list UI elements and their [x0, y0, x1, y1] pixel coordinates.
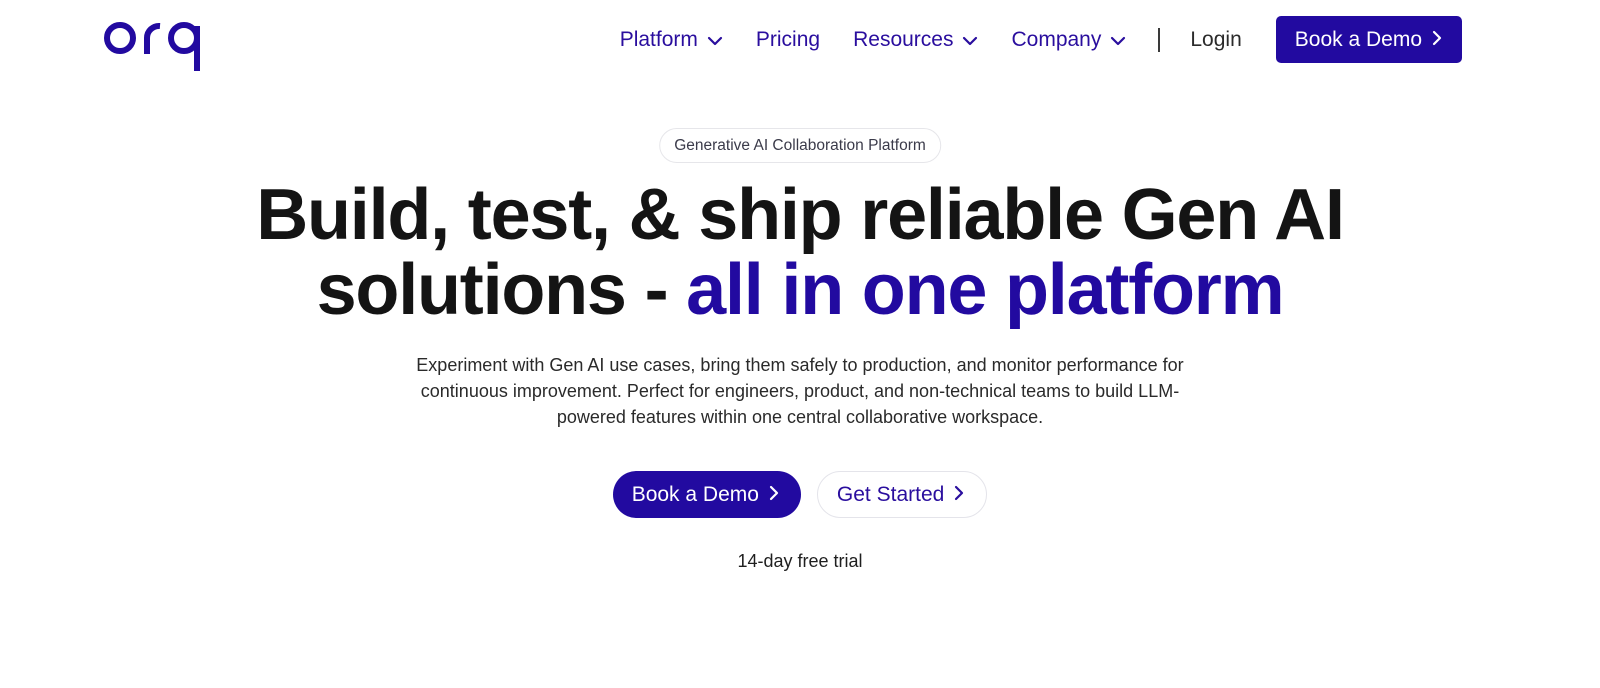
- subtext-line-3: powered features within one central coll…: [556, 407, 1044, 427]
- headline-line-2-prefix: solutions -: [316, 250, 687, 330]
- orq-logo[interactable]: [104, 18, 208, 74]
- main-nav: Platform Pricing Resources Company Login…: [620, 16, 1462, 63]
- headline-line-1: Build, test, & ship reliable Gen AI: [256, 175, 1345, 255]
- book-demo-button[interactable]: Book a Demo: [612, 471, 801, 518]
- nav-item-company[interactable]: Company: [1011, 28, 1126, 52]
- get-started-button[interactable]: Get Started: [816, 471, 988, 518]
- subtext-line-2: continuous improvement. Perfect for engi…: [420, 381, 1180, 401]
- nav-divider: [1158, 27, 1161, 52]
- button-label: Book a Demo: [631, 482, 759, 506]
- chevron-down-icon: [1110, 28, 1126, 52]
- chevron-right-icon: [769, 483, 779, 507]
- nav-item-platform[interactable]: Platform: [620, 28, 723, 52]
- nav-item-label: Company: [1011, 27, 1102, 51]
- hero-subtext: Experiment with Gen AI use cases, bring …: [0, 352, 1600, 430]
- chevron-down-icon: [962, 28, 978, 52]
- button-label: Book a Demo: [1294, 27, 1422, 51]
- chevron-down-icon: [707, 28, 723, 52]
- login-link[interactable]: Login: [1190, 28, 1241, 52]
- button-label: Get Started: [836, 482, 945, 506]
- nav-item-label: Resources: [853, 27, 954, 51]
- hero-cta-group: Book a Demo Get Started: [0, 471, 1600, 518]
- headline-accent: all in one platform: [686, 250, 1284, 330]
- subtext-line-1: Experiment with Gen AI use cases, bring …: [416, 355, 1184, 375]
- nav-item-label: Pricing: [755, 27, 821, 51]
- chevron-right-icon: [954, 483, 964, 507]
- chevron-right-icon: [1432, 28, 1442, 52]
- nav-item-label: Platform: [619, 27, 698, 51]
- orq-wordmark: [104, 22, 200, 71]
- nav-item-resources[interactable]: Resources: [853, 28, 978, 52]
- nav-item-pricing[interactable]: Pricing: [756, 28, 820, 52]
- trial-note: 14-day free trial: [737, 551, 863, 571]
- book-demo-nav-button[interactable]: Book a Demo: [1275, 16, 1462, 63]
- hero-badge: Generative AI Collaboration Platform: [659, 128, 941, 163]
- hero-headline: Build, test, & ship reliable Gen AI solu…: [0, 178, 1600, 328]
